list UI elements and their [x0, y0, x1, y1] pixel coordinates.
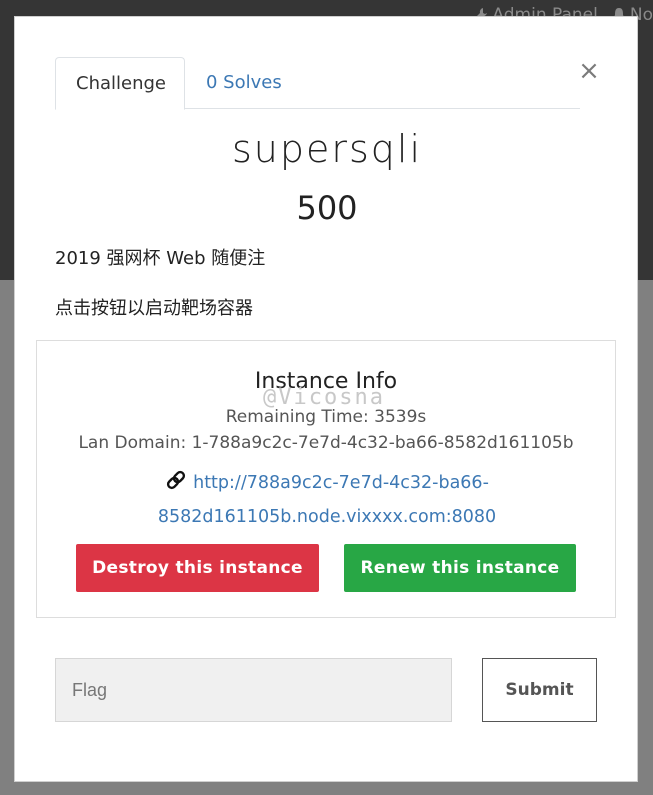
link-icon	[167, 470, 186, 490]
instance-url-part1[interactable]: http://788a9c2c-7e7d-4c32-ba66-	[193, 473, 489, 493]
destroy-instance-button[interactable]: Destroy this instance	[76, 544, 319, 592]
submit-button[interactable]: Submit	[482, 658, 597, 722]
challenge-description-line2: 点击按钮以启动靶场容器	[55, 298, 253, 319]
modal-tabs: Challenge 0 Solves	[55, 57, 580, 110]
tab-solves[interactable]: 0 Solves	[186, 57, 302, 110]
remaining-time: Remaining Time: 3539s	[225, 407, 427, 427]
renew-instance-button[interactable]: Renew this instance	[344, 544, 576, 592]
watermark: @Vicosna	[263, 385, 385, 410]
challenge-value: 500	[296, 189, 358, 227]
instance-link-row: http://788a9c2c-7e7d-4c32-ba66- 8582d161…	[147, 466, 507, 534]
challenge-description-line1: 2019 强网杯 Web 随便注	[55, 248, 266, 269]
instance-info-panel: Instance Info Remaining Time: 3539s Lan …	[36, 340, 616, 618]
tab-challenge[interactable]: Challenge	[55, 57, 185, 110]
lan-domain: Lan Domain: 1-788a9c2c-7e7d-4c32-ba66-85…	[78, 433, 574, 453]
instance-url-part2[interactable]: 8582d161105b.node.vixxxx.com:8080	[158, 507, 496, 527]
challenge-name: supersqli	[231, 127, 423, 171]
close-button[interactable]: ×	[578, 58, 600, 84]
flag-input[interactable]	[55, 658, 452, 722]
challenge-modal: × Challenge 0 Solves supersqli 500 2019 …	[14, 16, 638, 782]
